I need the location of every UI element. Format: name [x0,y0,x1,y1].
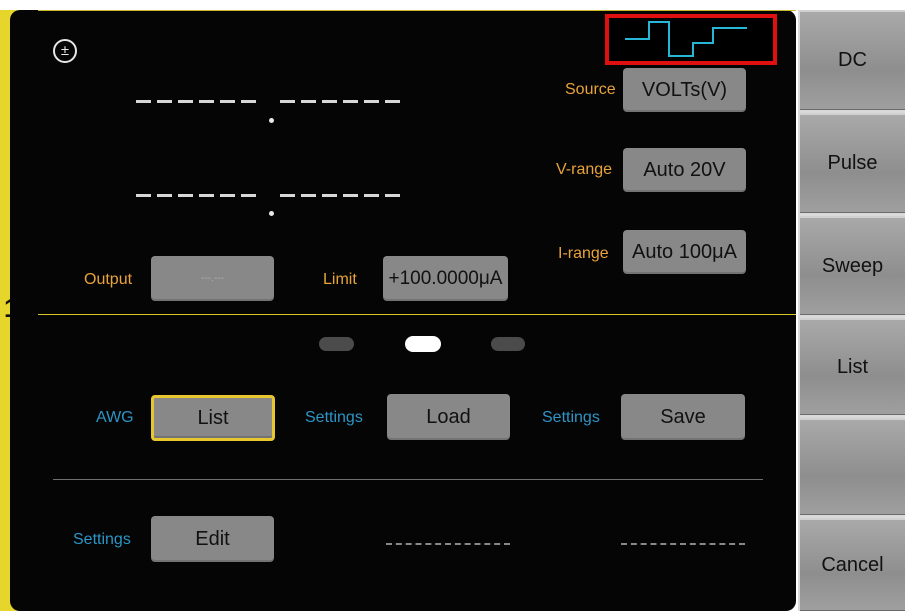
page-indicator-3 [491,337,525,351]
bottom-reading-display [136,194,406,198]
sidebar-item-sweep[interactable]: Sweep [800,216,905,315]
empty-slot-1 [386,543,510,547]
edit-settings-label: Settings [73,531,131,548]
plus-minus-icon[interactable]: ± [53,39,77,63]
irange-button[interactable]: Auto 100μA [623,230,746,274]
waveform-preview[interactable] [605,14,777,65]
instrument-screen: 1 ± [0,0,905,611]
vrange-label: V-range [556,161,613,178]
load-button[interactable]: Load [387,394,510,440]
section-divider [38,314,796,315]
sidebar-item-list[interactable]: List [800,318,905,415]
source-label: Source [565,81,616,98]
load-settings-label: Settings [305,409,363,426]
vrange-button[interactable]: Auto 20V [623,148,746,192]
top-divider [38,10,796,11]
sidebar-item-cancel[interactable]: Cancel [800,518,905,611]
limit-label: Limit [323,271,357,288]
list-waveform-icon [625,21,747,57]
top-reading-display [136,100,406,104]
irange-label: I-range [558,245,609,262]
page-indicator-1 [319,337,354,351]
awg-list-button[interactable]: List [151,395,275,441]
top-reading-decimal [269,118,274,123]
bottom-reading-decimal [269,211,274,216]
sidebar-item-empty[interactable] [800,418,905,515]
page-indicator-2 [405,336,441,352]
awg-divider [53,479,763,480]
save-button[interactable]: Save [621,394,745,440]
output-button[interactable]: ---.--- [151,256,274,301]
sidebar-item-pulse[interactable]: Pulse [800,113,905,213]
output-label: Output [84,271,133,288]
awg-label: AWG [96,409,134,426]
limit-button[interactable]: +100.0000μA [383,256,508,301]
source-button[interactable]: VOLTs(V) [623,68,746,112]
empty-slot-2 [621,543,745,547]
sidebar-item-dc[interactable]: DC [800,10,905,110]
save-settings-label: Settings [542,409,600,426]
edit-button[interactable]: Edit [151,516,274,562]
